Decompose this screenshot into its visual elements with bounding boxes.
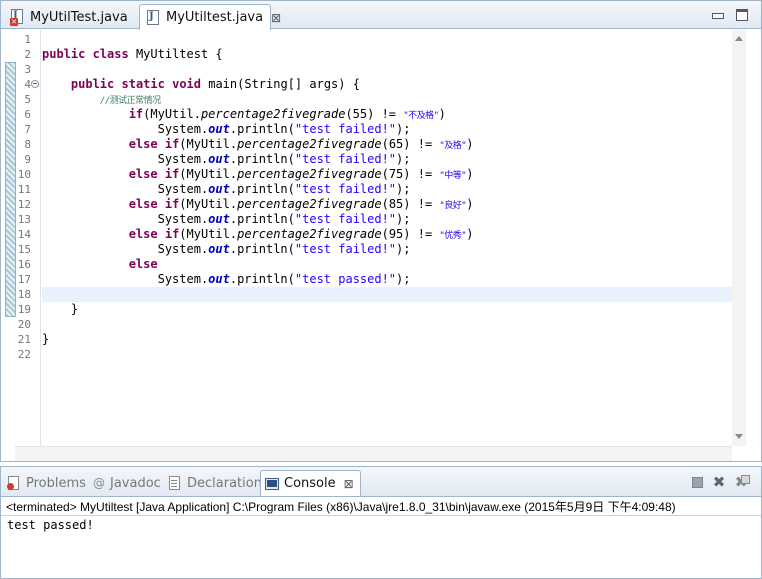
code-line[interactable]: else if(MyUtil.percentage2fivegrade(95) … xyxy=(42,227,732,242)
line-number: 1 xyxy=(24,33,31,46)
console-status-line: <terminated> MyUtiltest [Java Applicatio… xyxy=(6,500,676,514)
code-line[interactable]: if(MyUtil.percentage2fivegrade(55) != "不… xyxy=(42,107,732,122)
code-lines: ​public class MyUtiltest {​ public stati… xyxy=(42,32,732,362)
line-number: 16 xyxy=(17,258,31,271)
line-number: 6 xyxy=(24,108,31,121)
line-number: 17 xyxy=(17,273,31,286)
console-output-line: test passed! xyxy=(7,518,94,532)
line-number: 21 xyxy=(17,333,31,346)
line-number: 14 xyxy=(17,228,31,241)
javadoc-icon: @ xyxy=(93,476,105,490)
tab-myutiltest-java-active[interactable]: J MyUtiltest.java ⊠ xyxy=(139,4,281,30)
code-line[interactable]: } xyxy=(42,332,732,347)
code-line[interactable]: ​ xyxy=(42,347,732,362)
line-number: 12 xyxy=(17,198,31,211)
declaration-icon xyxy=(168,476,182,490)
code-line[interactable]: ​ xyxy=(42,62,732,77)
tab-label: Console xyxy=(284,476,336,491)
maximize-icon[interactable] xyxy=(736,9,748,21)
code-line[interactable]: ​ xyxy=(42,287,732,302)
overview-ruler[interactable] xyxy=(746,30,761,461)
line-number: 8 xyxy=(24,138,31,151)
console-output[interactable]: test passed! xyxy=(1,515,761,579)
java-file-error-icon: J ✕ xyxy=(10,9,24,26)
code-line[interactable]: //测试正常情况 xyxy=(42,92,732,107)
tab-label: Declaration xyxy=(187,475,262,491)
code-line[interactable]: System.out.println("test failed!"); xyxy=(42,152,732,167)
line-number: 4 xyxy=(24,78,31,91)
close-tab-icon[interactable]: ⊠ xyxy=(271,12,281,24)
line-number: 15 xyxy=(17,243,31,256)
java-file-icon: J xyxy=(146,9,160,26)
code-editor[interactable]: ​public class MyUtiltest {​ public stati… xyxy=(42,30,732,446)
tab-label: Javadoc xyxy=(110,475,161,491)
tab-problems[interactable]: Problems xyxy=(7,471,86,495)
minimize-icon[interactable] xyxy=(711,9,724,21)
code-line[interactable]: System.out.println("test failed!"); xyxy=(42,212,732,227)
editor-tab-bar: J ✕ MyUtilTest.java J MyUtiltest.java ⊠ xyxy=(1,1,761,30)
code-line[interactable]: System.out.println("test failed!"); xyxy=(42,182,732,197)
code-line[interactable]: else if(MyUtil.percentage2fivegrade(65) … xyxy=(42,137,732,152)
code-line[interactable]: else if(MyUtil.percentage2fivegrade(75) … xyxy=(42,167,732,182)
code-line[interactable]: else xyxy=(42,257,732,272)
console-icon xyxy=(265,477,279,490)
console-pane: Problems @ Javadoc Declaration Console ⊠… xyxy=(0,466,762,579)
line-number: 5 xyxy=(24,93,31,106)
line-numbers: 1 2 3 4 5 6 7 8 9 10 11 12 13 14 15 16 17 18 19 20 21 22 xyxy=(15,32,31,362)
tab-label: MyUtiltest.java xyxy=(166,10,264,25)
remove-all-terminated-icon[interactable]: ✖ xyxy=(734,475,750,490)
tab-label: MyUtilTest.java xyxy=(30,9,128,25)
line-number: 19 xyxy=(17,303,31,316)
editor-vertical-scrollbar[interactable] xyxy=(732,30,746,446)
line-number: 18 xyxy=(17,288,31,301)
code-line[interactable]: } xyxy=(42,302,732,317)
line-number: 20 xyxy=(17,318,31,331)
code-line[interactable]: System.out.println("test failed!"); xyxy=(42,122,732,137)
line-number: 7 xyxy=(24,123,31,136)
tab-declaration[interactable]: Declaration xyxy=(168,471,262,495)
editor-horizontal-scrollbar[interactable] xyxy=(15,446,732,461)
tab-label: Problems xyxy=(26,475,86,491)
code-line[interactable]: ​ xyxy=(42,317,732,332)
tab-console[interactable]: Console ⊠ xyxy=(260,470,361,496)
remove-launch-icon[interactable]: ✖ xyxy=(712,475,726,490)
code-line[interactable]: public static void main(String[] args) { xyxy=(42,77,732,92)
line-number: 22 xyxy=(17,348,31,361)
code-line[interactable]: System.out.println("test passed!"); xyxy=(42,272,732,287)
line-number: 9 xyxy=(24,153,31,166)
code-line[interactable]: ​ xyxy=(42,32,732,47)
line-number: 11 xyxy=(17,183,31,196)
tab-myutiltest-java[interactable]: J ✕ MyUtilTest.java xyxy=(3,4,137,29)
code-line[interactable]: System.out.println("test failed!"); xyxy=(42,242,732,257)
tab-javadoc[interactable]: @ Javadoc xyxy=(93,471,161,495)
code-line[interactable]: else if(MyUtil.percentage2fivegrade(85) … xyxy=(42,197,732,212)
line-number: 3 xyxy=(24,63,31,76)
close-tab-icon[interactable]: ⊠ xyxy=(344,478,354,490)
problems-icon xyxy=(7,476,21,490)
scroll-up-icon[interactable] xyxy=(735,36,743,41)
fold-collapse-icon[interactable] xyxy=(31,80,39,88)
line-number: 13 xyxy=(17,213,31,226)
scroll-down-icon[interactable] xyxy=(735,434,743,439)
line-number: 10 xyxy=(17,168,31,181)
view-tab-bar: Problems @ Javadoc Declaration Console ⊠… xyxy=(1,467,761,497)
code-line[interactable]: public class MyUtiltest { xyxy=(42,47,732,62)
terminate-icon[interactable] xyxy=(690,475,704,489)
editor-pane: J ✕ MyUtilTest.java J MyUtiltest.java ⊠ 1… xyxy=(0,0,762,462)
line-number: 2 xyxy=(24,48,31,61)
